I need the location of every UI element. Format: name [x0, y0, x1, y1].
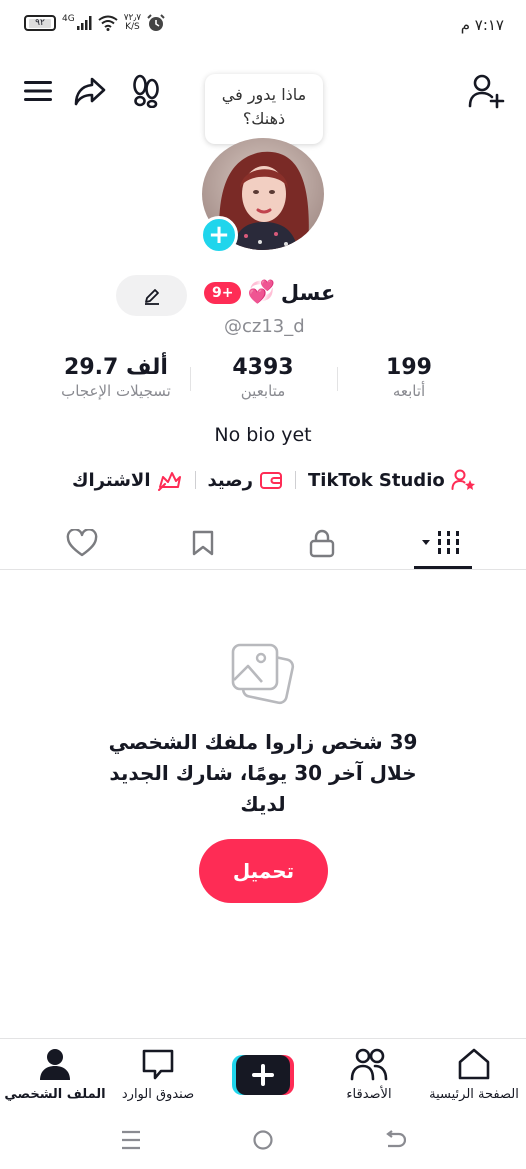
back-icon[interactable] [384, 1129, 406, 1151]
profile-views-button[interactable] [128, 72, 164, 110]
network-type: 4G [62, 14, 75, 24]
person-star-icon [451, 469, 475, 490]
profile-name: عسل [280, 280, 336, 305]
grid-dropdown-icon [422, 531, 459, 554]
tab-videos[interactable] [417, 523, 469, 563]
nav-home-label: الصفحة الرئيسية [429, 1087, 519, 1102]
likes-label: تسجيلات الإعجاب [61, 382, 171, 400]
share-profile-button[interactable] [72, 74, 108, 108]
message-icon [142, 1049, 174, 1080]
signal-icon: 4G [62, 15, 92, 31]
bottom-nav: الملف الشخصي صندوق الوارد الأصدقاء الصفح… [0, 1038, 526, 1113]
menu-button[interactable] [22, 76, 54, 106]
photos-icon [230, 642, 296, 712]
person-filled-icon [40, 1049, 70, 1080]
plus-icon: + [208, 220, 230, 250]
bio-text[interactable]: No bio yet [0, 424, 526, 446]
share-arrow-icon [74, 77, 106, 106]
lock-icon [309, 529, 335, 558]
likes-unit: ألف [125, 355, 168, 380]
tab-private[interactable] [302, 523, 342, 563]
add-story-button[interactable]: + [200, 216, 238, 254]
notification-badge[interactable]: 9+ [204, 281, 242, 304]
footprints-icon [133, 74, 159, 108]
balance-link[interactable]: رصيد [208, 470, 284, 491]
stat-divider [190, 367, 191, 391]
tab-saved[interactable] [183, 523, 223, 563]
edit-profile-button[interactable] [116, 275, 187, 316]
battery-icon: ٩٢ [24, 15, 56, 31]
nav-profile-label: الملف الشخصي [4, 1087, 106, 1102]
net-speed-unit: K/S [125, 22, 140, 32]
following-count: 199 [386, 355, 432, 380]
status-prompt-bubble[interactable]: ماذا يدور في ذهنك؟ [205, 74, 323, 144]
subscription-link[interactable]: الاشتراك [72, 469, 183, 491]
alarm-icon [147, 14, 165, 31]
link-divider [194, 471, 196, 489]
person-add-icon [468, 74, 505, 109]
recents-icon[interactable] [120, 1129, 142, 1151]
followers-count: 4393 [232, 355, 294, 380]
add-friend-button[interactable] [466, 72, 506, 110]
status-icons: ٩٢ 4G ٧٢٫٧ K/S [24, 14, 165, 32]
content-tabs [0, 515, 526, 570]
followers-label: متابعين [240, 382, 286, 400]
nav-profile[interactable]: الملف الشخصي [0, 1047, 110, 1102]
home-circle-icon[interactable] [252, 1129, 274, 1151]
bookmark-icon [192, 530, 214, 556]
nav-inbox-label: صندوق الوارد [121, 1087, 195, 1102]
nav-home[interactable]: الصفحة الرئيسية [419, 1047, 526, 1102]
likes-count: ألف 29.7 [46, 355, 186, 380]
nav-friends[interactable]: الأصدقاء [314, 1047, 424, 1102]
active-tab-indicator [414, 566, 472, 569]
battery-level: ٩٢ [29, 18, 51, 28]
empty-state-message: 39 شخص زاروا ملفك الشخصي خلال آخر 30 يوم… [108, 730, 418, 816]
likes-value: 29.7 [64, 355, 119, 380]
profile-name-row: 9+ 💞 عسل [204, 280, 335, 305]
pencil-icon [144, 288, 159, 305]
net-speed: ٧٢٫٧ K/S [124, 14, 141, 32]
following-label: أتابعه [392, 382, 426, 400]
hearts-emoji: 💞 [247, 280, 275, 305]
wifi-icon [98, 15, 118, 31]
link-divider [295, 471, 297, 489]
crown-rocket-icon [157, 472, 181, 491]
subscription-label: الاشتراك [72, 469, 151, 491]
system-nav-bar [0, 1113, 526, 1169]
tiktok-studio-link[interactable]: TikTok Studio [308, 469, 477, 491]
nav-inbox[interactable]: صندوق الوارد [103, 1047, 213, 1102]
friends-icon [350, 1048, 388, 1081]
wallet-icon [260, 472, 283, 489]
studio-label: TikTok Studio [308, 469, 445, 491]
home-icon [458, 1048, 490, 1080]
stat-divider [337, 367, 338, 391]
profile-links: الاشتراك رصيد TikTok Studio [72, 466, 477, 494]
profile-handle: @cz13_d [224, 316, 305, 337]
status-bar: ٩٢ 4G ٧٢٫٧ K/S ٧:١٧ م [0, 0, 526, 50]
stat-following[interactable]: 199 أتابعه [354, 355, 464, 400]
status-time: ٧:١٧ م [460, 16, 504, 34]
create-button[interactable] [232, 1055, 294, 1095]
heart-icon [66, 529, 98, 557]
upload-button[interactable]: تحميل [199, 839, 328, 903]
hamburger-icon [24, 81, 52, 101]
create-plus-icon [232, 1055, 294, 1095]
stat-likes[interactable]: ألف 29.7 تسجيلات الإعجاب [46, 355, 186, 400]
balance-label: رصيد [207, 469, 254, 491]
tab-liked[interactable] [62, 523, 102, 563]
nav-friends-label: الأصدقاء [346, 1087, 392, 1102]
stat-followers[interactable]: 4393 متابعين [203, 355, 323, 400]
